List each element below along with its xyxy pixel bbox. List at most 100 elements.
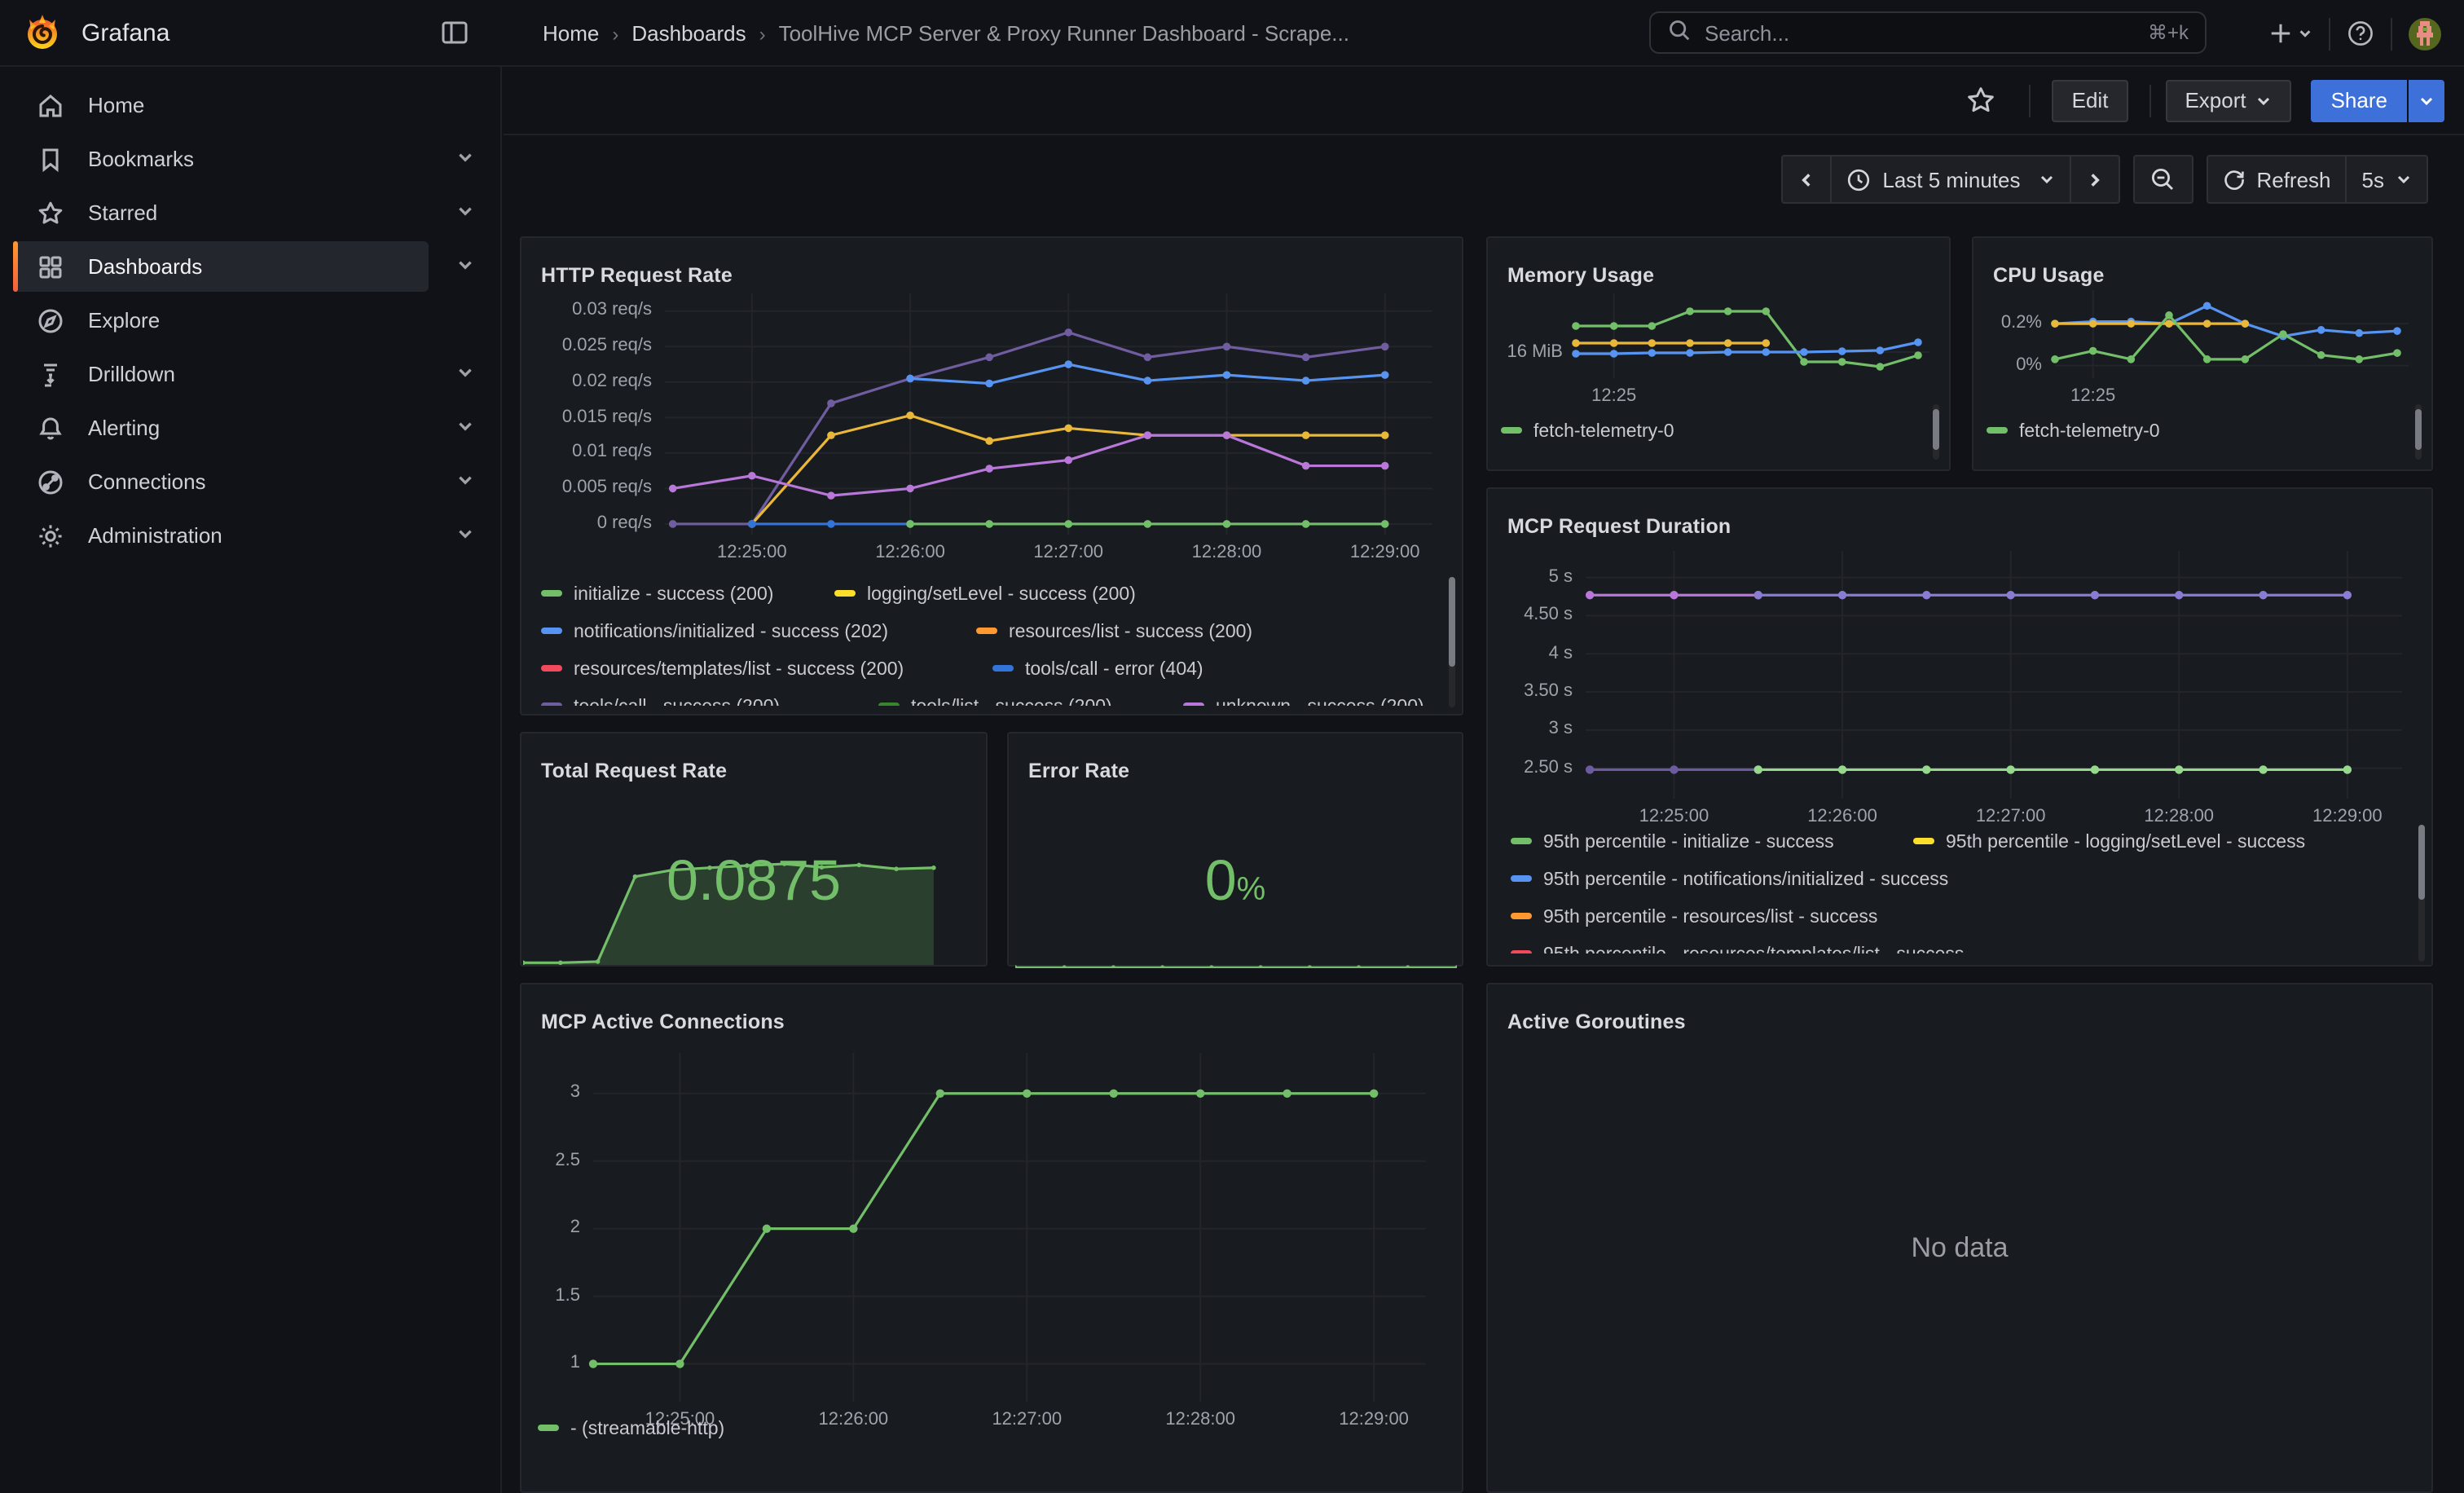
legend: initialize - success (200) logging/setLev… [541, 577, 1432, 707]
legend-item[interactable]: tools/list - success (200) [878, 689, 1160, 706]
favorite-star-button[interactable] [1966, 85, 1997, 116]
y-axis-tick: 5 s [1504, 567, 1573, 587]
sidebar-item-dashboards[interactable]: Dashboards [0, 240, 500, 293]
brand[interactable]: Grafana [0, 13, 424, 52]
legend-item[interactable]: 95th percentile - notifications/initiali… [1511, 862, 1948, 900]
sidebar-item-alerting[interactable]: Alerting [0, 401, 500, 455]
x-axis-tick: 12:26:00 [1769, 807, 1916, 826]
clock-icon [1846, 167, 1871, 192]
cpu-usage-chart[interactable]: 0%0.2%12:25 [1987, 280, 2422, 407]
y-axis-tick: 16 MiB [1501, 341, 1563, 361]
legend-item[interactable]: notifications/initialized - success (202… [541, 614, 953, 652]
sidebar-item-connections[interactable]: Connections [0, 455, 500, 509]
user-avatar[interactable] [2409, 17, 2441, 50]
refresh-interval-picker[interactable]: 5s [2346, 156, 2427, 202]
chevron-down-icon[interactable] [456, 200, 474, 225]
x-axis-tick: 12:28:00 [2105, 807, 2252, 826]
legend-item[interactable]: initialize - success (200) [541, 577, 812, 614]
legend-item[interactable]: 95th percentile - logging/setLevel - suc… [1913, 825, 2305, 862]
legend-item[interactable]: fetch-telemetry-0 [1501, 414, 1674, 451]
legend-label: tools/call - success (200) [574, 698, 780, 706]
breadcrumb-dashboards[interactable]: Dashboards [631, 21, 746, 46]
no-data-message: No data [1488, 1232, 2431, 1265]
legend-scrollbar-thumb[interactable] [1449, 577, 1455, 667]
legend-item[interactable]: 95th percentile - resources/templates/li… [1511, 937, 1964, 953]
sidebar-item-bookmarks[interactable]: Bookmarks [0, 132, 500, 186]
y-axis-tick: 3.50 s [1504, 681, 1573, 701]
sidebar-item-administration[interactable]: Administration [0, 509, 500, 562]
breadcrumb-separator: › [612, 22, 618, 45]
panel-title[interactable]: Error Rate [1028, 760, 1129, 783]
legend-item[interactable]: unknown - success (200) [1183, 689, 1424, 706]
y-axis-tick: 2.50 s [1504, 758, 1573, 777]
chevron-down-icon[interactable] [456, 469, 474, 494]
chevron-down-icon[interactable] [456, 254, 474, 279]
search-shortcut: ⌘+k [2148, 21, 2189, 44]
mega-menu-toggle-icon[interactable] [440, 18, 469, 52]
legend-item[interactable]: - (streamable-http) [538, 1412, 724, 1449]
legend-scrollbar-thumb[interactable] [2418, 825, 2425, 900]
mcp-request-duration-chart[interactable]: 2.50 s3 s3.50 s4 s4.50 s5 s12:25:0012:26… [1504, 538, 2422, 841]
chevron-down-icon[interactable] [456, 416, 474, 440]
breadcrumb-home[interactable]: Home [543, 21, 599, 46]
time-back-button[interactable] [1783, 156, 1830, 202]
sidebar-item-home[interactable]: Home [0, 78, 500, 132]
legend-scrollbar-thumb[interactable] [2415, 409, 2422, 450]
chevron-down-icon[interactable] [456, 362, 474, 386]
legend-swatch [1511, 913, 1532, 919]
x-axis-tick: 12:28:00 [1154, 543, 1300, 562]
sidebar-item-starred[interactable]: Starred [0, 186, 500, 240]
chevron-down-icon[interactable] [456, 147, 474, 171]
legend-swatch [1501, 427, 1522, 434]
chevron-down-icon[interactable] [456, 523, 474, 548]
sidebar-item-explore[interactable]: Explore [0, 293, 500, 347]
breadcrumb-current: ToolHive MCP Server & Proxy Runner Dashb… [779, 21, 1349, 46]
legend-row: 95th percentile - resources/templates/li… [1511, 937, 2402, 953]
legend-swatch [878, 702, 900, 706]
sidebar-item-label: Starred [88, 200, 157, 225]
http-request-rate-chart[interactable]: 0 req/s0.005 req/s0.01 req/s0.015 req/s0… [538, 284, 1449, 567]
y-axis-tick: 3 [535, 1083, 580, 1103]
legend-item[interactable]: tools/call - error (404) [992, 652, 1203, 689]
chevron-right-icon [2085, 170, 2103, 188]
legend-scrollbar-thumb[interactable] [1933, 409, 1939, 450]
legend-item[interactable]: 95th percentile - resources/list - succe… [1511, 900, 1877, 937]
active-indicator-bar [13, 241, 18, 292]
edit-button[interactable]: Edit [2053, 79, 2128, 121]
legend-item[interactable]: logging/setLevel - success (200) [834, 577, 1136, 614]
share-menu-button[interactable] [2409, 79, 2444, 121]
panel-title[interactable]: Active Goroutines [1507, 1011, 1686, 1034]
refresh-button[interactable]: Refresh [2207, 156, 2345, 202]
add-button[interactable] [2268, 21, 2312, 46]
y-axis-tick: 1 [535, 1354, 580, 1373]
search-placeholder: Search... [1705, 20, 1789, 45]
legend-label: 95th percentile - initialize - success [1543, 833, 1834, 852]
mcp-active-connections-chart[interactable]: 11.522.5312:25:0012:26:0012:27:0012:28:0… [535, 1040, 1452, 1451]
error-rate-sparkline[interactable] [1015, 947, 1457, 963]
legend-row: notifications/initialized - success (202… [541, 614, 1432, 652]
star-icon [36, 198, 65, 227]
search-input[interactable]: Search... ⌘+k [1649, 11, 2207, 54]
sidebar-item-label: Connections [88, 469, 206, 494]
share-button[interactable]: Share [2312, 79, 2407, 121]
export-button[interactable]: Export [2165, 79, 2291, 121]
zoom-out-button[interactable] [2132, 155, 2193, 204]
chevron-down-icon [2256, 92, 2273, 108]
total-request-rate-value: 0.0875 [521, 849, 986, 914]
legend-item[interactable]: resources/list - success (200) [976, 614, 1252, 652]
panel-title[interactable]: MCP Active Connections [541, 1011, 785, 1034]
time-range-picker[interactable]: Last 5 minutes [1830, 156, 2069, 202]
legend-item[interactable]: resources/templates/list - success (200) [541, 652, 970, 689]
panel-title[interactable]: Total Request Rate [541, 760, 727, 783]
legend-item[interactable]: 95th percentile - initialize - success [1511, 825, 1890, 862]
sidebar-item-drilldown[interactable]: Drilldown [0, 347, 500, 401]
legend-item[interactable]: tools/call - success (200) [541, 689, 856, 706]
time-forward-button[interactable] [2069, 156, 2118, 202]
x-axis-tick: 12:25:00 [1600, 807, 1747, 826]
legend-item[interactable]: fetch-telemetry-0 [1987, 414, 2160, 451]
legend-label: tools/call - error (404) [1025, 660, 1203, 680]
panel-title[interactable]: MCP Request Duration [1507, 516, 1731, 539]
memory-usage-chart[interactable]: 16 MiB12:25 [1501, 280, 1939, 407]
help-icon[interactable] [2347, 20, 2374, 47]
y-axis-tick: 0.03 req/s [538, 301, 652, 320]
